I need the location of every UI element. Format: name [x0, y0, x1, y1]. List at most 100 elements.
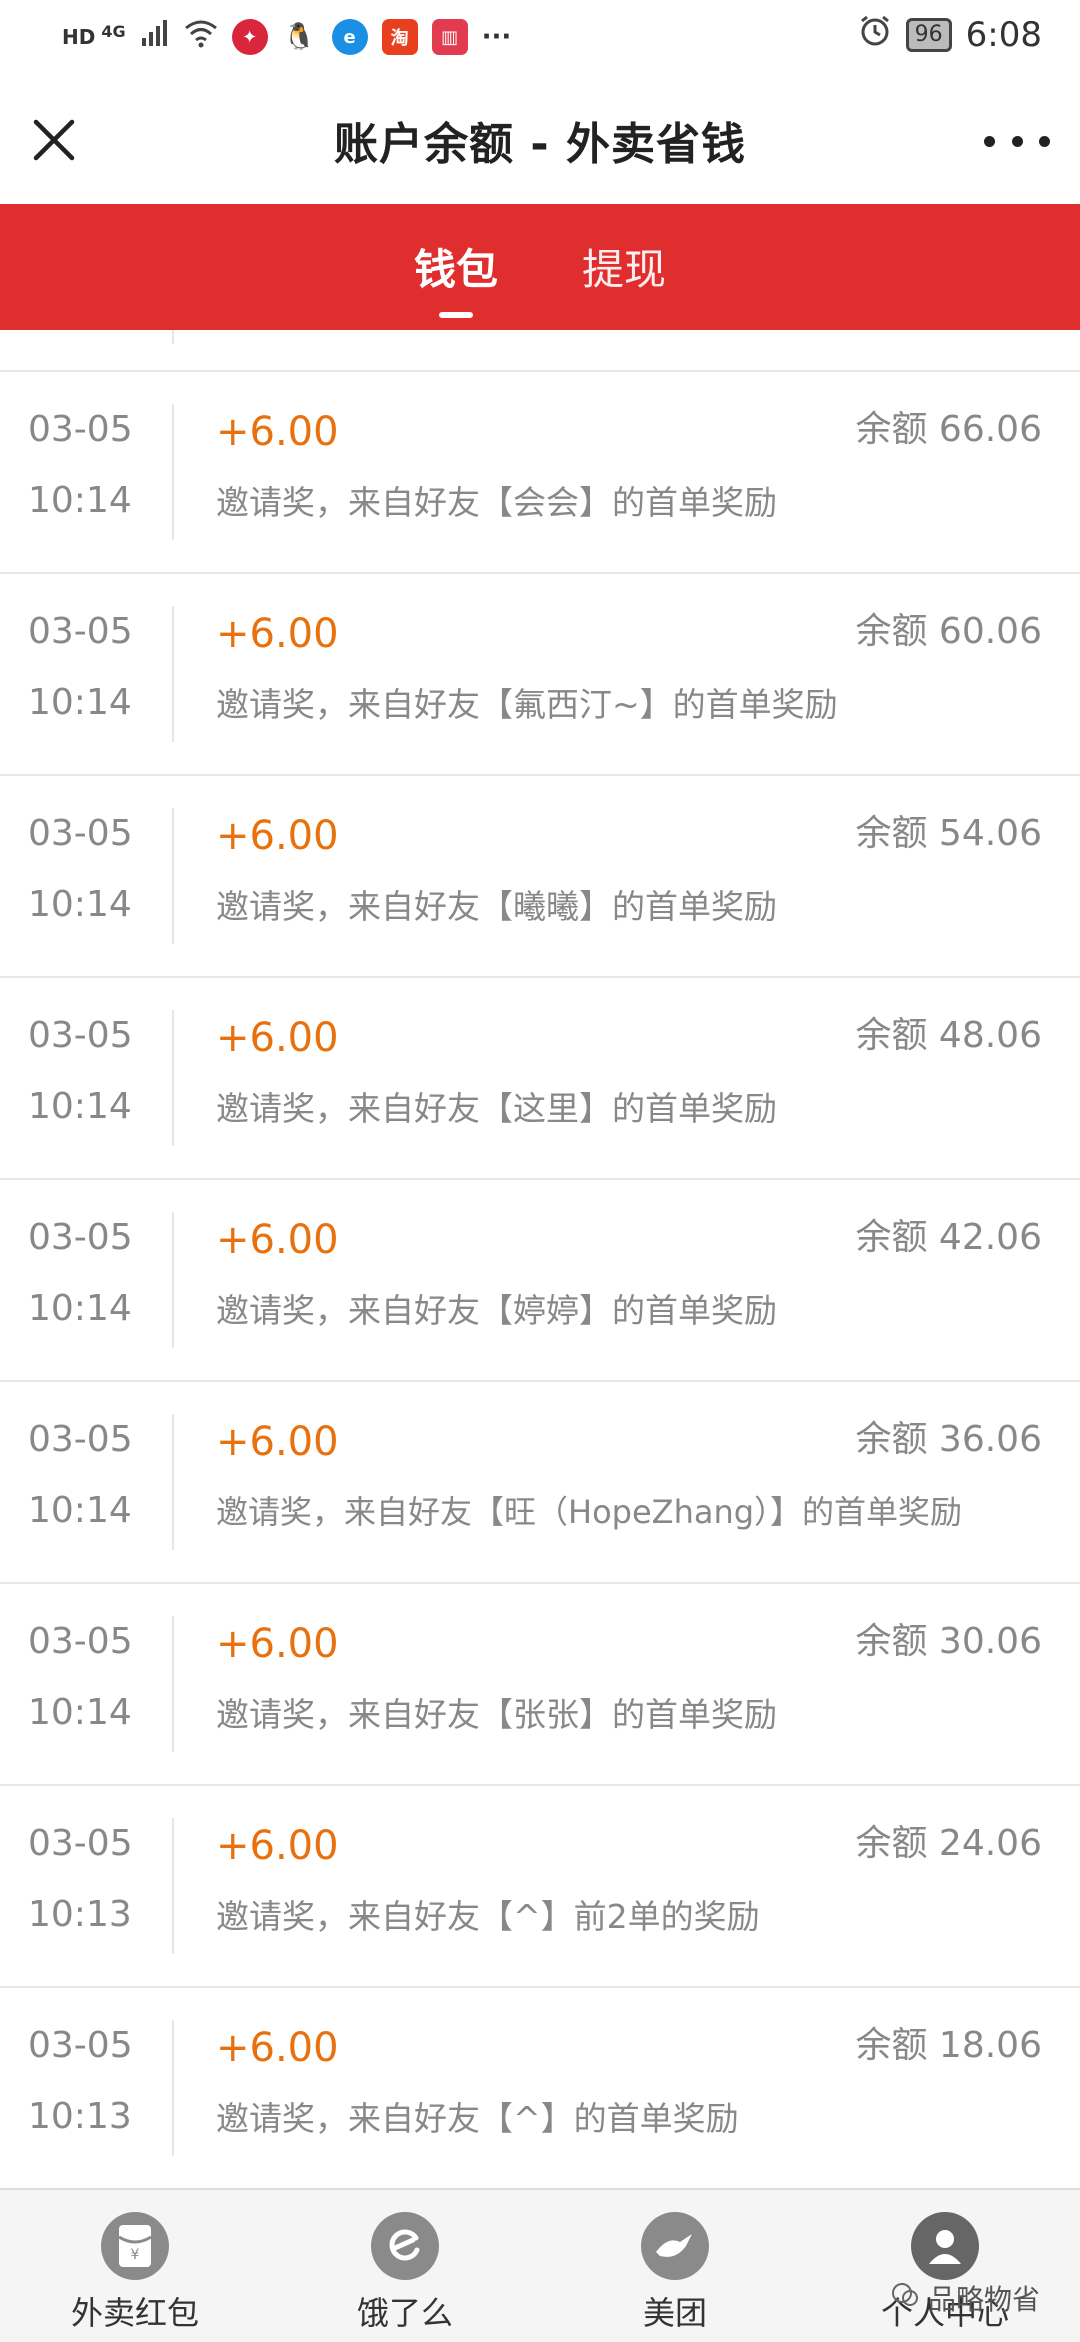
- transaction-description: 邀请奖，来自好友【氟西汀~】的首单奖励: [216, 685, 838, 724]
- row-divider: [172, 1212, 174, 1348]
- more-button[interactable]: [984, 118, 1050, 164]
- transaction-description: 邀请奖，来自好友【这里】的首单奖励: [216, 1089, 777, 1128]
- row-divider: [172, 1010, 174, 1146]
- more-icon-dot: [1039, 135, 1050, 147]
- transaction-description: 邀请奖，来自好友【^】前2单的奖励: [216, 1897, 760, 1936]
- transaction-time: 10:13: [28, 2096, 132, 2137]
- transaction-description: 邀请奖，来自好友【曦曦】的首单奖励: [216, 887, 777, 926]
- title-bar: 账户余额 - 外卖省钱: [0, 76, 1080, 204]
- meituan-icon: [641, 2212, 709, 2280]
- battery-icon: 96: [905, 18, 952, 52]
- transaction-balance: 余额 36.06: [855, 1419, 1042, 1460]
- more-icon-dot: [1011, 135, 1023, 147]
- transaction-amount: +6.00: [216, 1419, 339, 1465]
- row-divider: [172, 2020, 174, 2156]
- status-right: 96 6:08: [858, 14, 1042, 56]
- close-button[interactable]: [30, 116, 78, 164]
- row-divider: [172, 808, 174, 944]
- transaction-amount: +6.00: [216, 611, 339, 657]
- page-title: 账户余额 - 外卖省钱: [334, 119, 746, 170]
- nav-item-profile[interactable]: 个人中心: [810, 2190, 1080, 2342]
- transaction-date: 03-05: [28, 1823, 133, 1864]
- transaction-row: 03-05 10:13 +6.00 余额 24.06 邀请奖，来自好友【^】前2…: [0, 1786, 1080, 1988]
- user-icon: [911, 2212, 979, 2280]
- shop-icon: 淘: [381, 19, 418, 55]
- transaction-row: 03-05 10:14 +6.00 余额 30.06 邀请奖，来自好友【张张】的…: [0, 1584, 1080, 1786]
- transaction-date: 03-05: [28, 611, 133, 652]
- transaction-row: 03-05 10:14 +6.00 余额 54.06 邀请奖，来自好友【曦曦】的…: [0, 776, 1080, 978]
- transaction-amount: +6.00: [216, 2025, 339, 2071]
- app-notification-icon: ✦: [231, 19, 268, 55]
- row-divider: [172, 1414, 174, 1550]
- transaction-amount: +6.00: [216, 813, 339, 859]
- eleme-icon: [371, 2212, 439, 2280]
- transaction-time: 10:14: [28, 1086, 132, 1127]
- row-divider: [172, 1818, 174, 1954]
- transaction-time: 10:14: [28, 682, 132, 723]
- transaction-balance: 余额 24.06: [855, 1823, 1042, 1864]
- close-icon: [33, 119, 75, 161]
- nav-label: 饿了么: [356, 2294, 453, 2332]
- transaction-date: 03-05: [28, 1419, 133, 1460]
- transaction-amount: +6.00: [216, 1015, 339, 1061]
- more-notifications-indicator: ···: [481, 22, 512, 52]
- transaction-balance: 余额 42.06: [855, 1217, 1042, 1258]
- transaction-date: 03-05: [28, 1015, 133, 1056]
- more-icon-dot: [984, 135, 995, 147]
- wifi-icon: [184, 18, 218, 56]
- transaction-time: 10:14: [28, 1490, 132, 1531]
- transaction-list[interactable]: 03-05 10:14 +6.00 余额 66.06 邀请奖，来自好友【会会】的…: [0, 330, 1080, 2188]
- transaction-balance: 余额 60.06: [855, 611, 1042, 652]
- book-icon: ▥: [431, 19, 468, 55]
- transaction-row: 03-05 10:13 +6.00 余额 18.06 邀请奖，来自好友【^】的首…: [0, 1988, 1080, 2188]
- transaction-time: 10:14: [28, 1692, 132, 1733]
- transaction-date: 03-05: [28, 409, 133, 450]
- transaction-description: 邀请奖，来自好友【张张】的首单奖励: [216, 1695, 777, 1734]
- clock: 6:08: [965, 15, 1042, 55]
- transaction-balance: 余额 54.06: [855, 813, 1042, 854]
- transaction-amount: +6.00: [216, 409, 339, 455]
- status-bar: HD 4G ✦ 🐧 e 淘 ▥ ··· 96 6:08: [0, 0, 1080, 76]
- tab-wallet[interactable]: 钱包: [414, 204, 498, 297]
- transaction-time: 10:14: [28, 1288, 132, 1329]
- browser-icon: e: [331, 19, 368, 55]
- row-divider: [172, 606, 174, 742]
- transaction-description: 邀请奖，来自好友【婷婷】的首单奖励: [216, 1291, 777, 1330]
- nav-item-eleme[interactable]: 饿了么: [270, 2190, 540, 2342]
- watermark-text: 品略物省: [927, 2283, 1040, 2316]
- tab-bar: 钱包 提现: [0, 204, 1080, 330]
- bottom-nav: ¥ 外卖红包 饿了么 美团 个人中心: [0, 2188, 1080, 2342]
- transaction-balance: 余额 18.06: [855, 2025, 1042, 2066]
- transaction-date: 03-05: [28, 2025, 133, 2066]
- transaction-time: 10:13: [28, 1894, 132, 1935]
- transaction-time: 10:14: [28, 480, 132, 521]
- svg-text:¥: ¥: [131, 2247, 140, 2263]
- alarm-icon: [858, 14, 892, 56]
- transaction-amount: +6.00: [216, 1823, 339, 1869]
- qq-icon: 🐧: [281, 19, 318, 55]
- nav-item-meituan[interactable]: 美团: [540, 2190, 810, 2342]
- row-divider: [172, 1616, 174, 1752]
- transaction-balance: 余额 30.06: [855, 1621, 1042, 1662]
- partial-list-item: [0, 330, 1080, 372]
- red-packet-icon: ¥: [101, 2212, 169, 2280]
- signal-icon: [140, 18, 170, 56]
- transaction-balance: 余额 66.06: [855, 409, 1042, 450]
- nav-label: 美团: [642, 2294, 707, 2332]
- transaction-amount: +6.00: [216, 1621, 339, 1667]
- transaction-amount: +6.00: [216, 1217, 339, 1263]
- transaction-date: 03-05: [28, 813, 133, 854]
- transaction-row: 03-05 10:14 +6.00 余额 48.06 邀请奖，来自好友【这里】的…: [0, 978, 1080, 1180]
- status-left: HD 4G ✦ 🐧 e 淘 ▥ ···: [62, 18, 511, 56]
- tab-withdraw[interactable]: 提现: [582, 204, 666, 297]
- transaction-date: 03-05: [28, 1217, 133, 1258]
- transaction-description: 邀请奖，来自好友【会会】的首单奖励: [216, 483, 777, 522]
- hd-indicator: HD: [62, 25, 96, 49]
- transaction-row: 03-05 10:14 +6.00 余额 42.06 邀请奖，来自好友【婷婷】的…: [0, 1180, 1080, 1382]
- nav-label: 外卖红包: [70, 2294, 199, 2332]
- transaction-description: 邀请奖，来自好友【^】的首单奖励: [216, 2099, 739, 2138]
- row-divider: [172, 404, 174, 540]
- transaction-row: 03-05 10:14 +6.00 余额 60.06 邀请奖，来自好友【氟西汀~…: [0, 574, 1080, 776]
- nav-item-red-packet[interactable]: ¥ 外卖红包: [0, 2190, 270, 2342]
- watermark: 品略物省: [890, 2278, 1040, 2318]
